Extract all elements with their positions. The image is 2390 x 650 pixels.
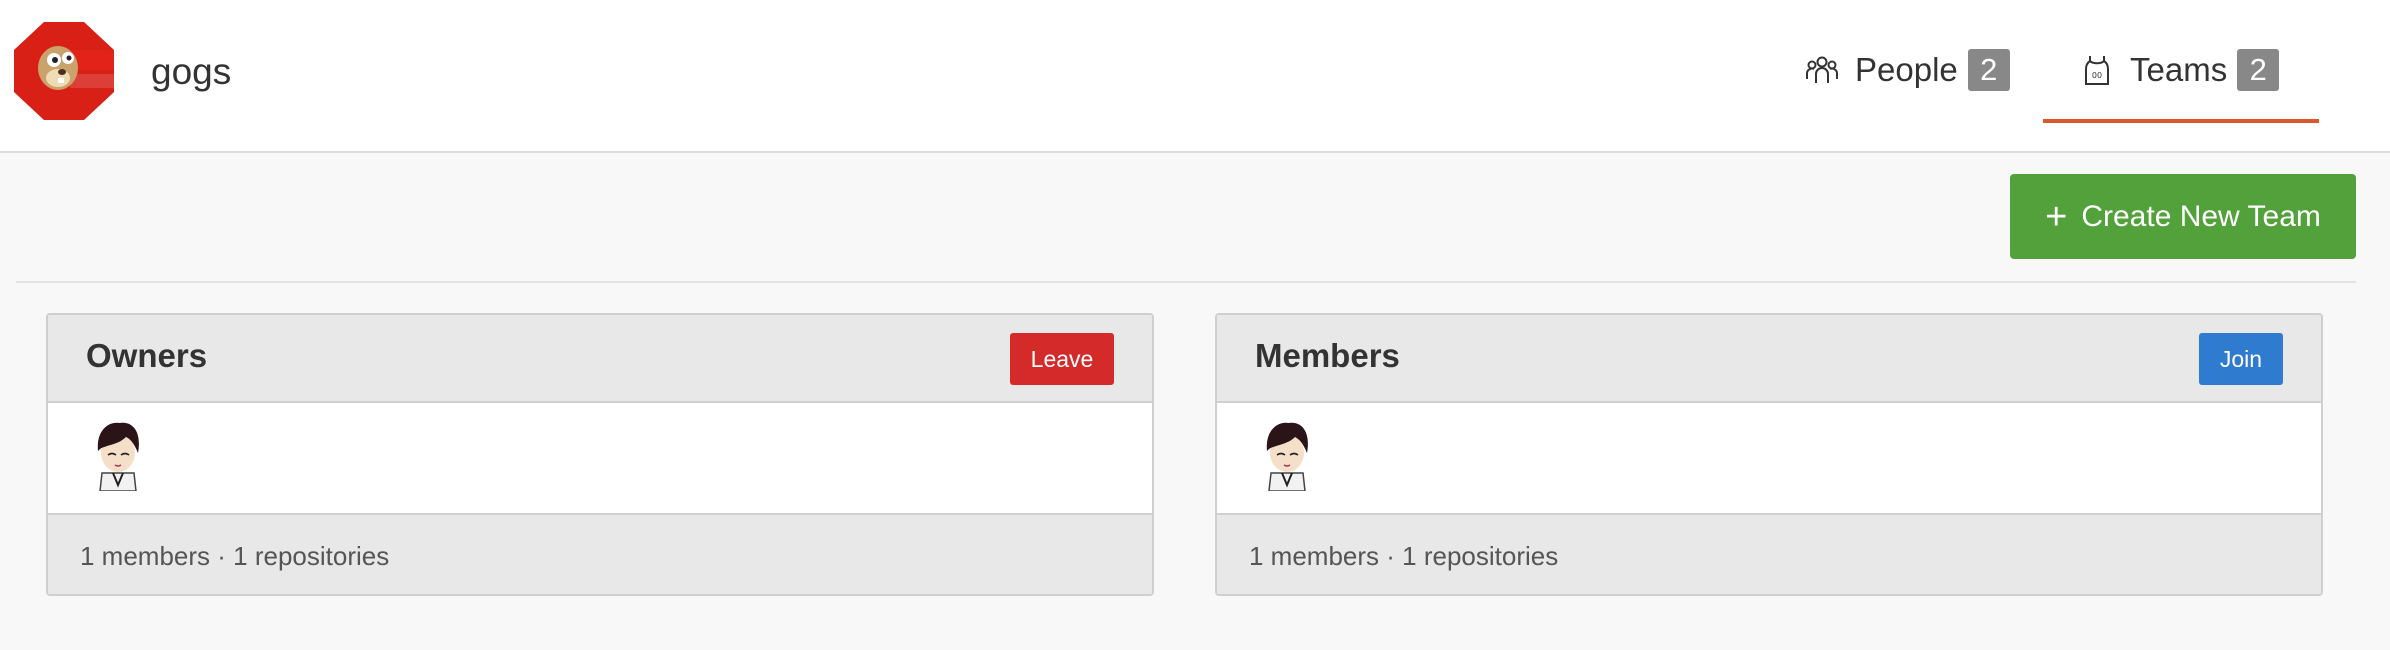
team-summary: 1 members · 1 repositories <box>1217 515 2321 594</box>
team-card-header: Members Join <box>1217 315 2321 403</box>
leave-team-button[interactable]: Leave <box>1010 333 1114 385</box>
teams-icon: 00 <box>2085 56 2109 85</box>
tab-people[interactable]: People 2 <box>1805 40 2010 100</box>
team-members-list <box>1217 403 2321 515</box>
team-card-header: Owners Leave <box>48 315 1152 403</box>
tab-teams[interactable]: 00 Teams 2 <box>2080 40 2280 100</box>
avatar[interactable] <box>1255 415 1319 491</box>
team-card-owners: Owners Leave 1 members · 1 repositories <box>46 313 1154 596</box>
team-name[interactable]: Members <box>1255 337 1400 375</box>
team-summary-text: 1 members · 1 repositories <box>1249 541 1559 571</box>
team-name[interactable]: Owners <box>86 337 207 375</box>
team-summary-text: 1 members · 1 repositories <box>80 541 390 571</box>
tab-people-label: People <box>1855 51 1958 88</box>
tab-teams-label: Teams <box>2130 51 2228 88</box>
gogs-logo-icon[interactable] <box>14 22 114 120</box>
page-header: gogs People 2 00 Teams 2 <box>0 0 2390 153</box>
team-summary: 1 members · 1 repositories <box>48 515 1152 594</box>
svg-text:00: 00 <box>2092 71 2102 80</box>
people-count-badge: 2 <box>1967 49 2010 91</box>
teams-count-badge: 2 <box>2237 49 2280 91</box>
plus-icon: + <box>2045 195 2068 238</box>
avatar[interactable] <box>86 415 150 491</box>
people-icon <box>1806 56 1838 83</box>
create-new-team-button[interactable]: + Create New Team <box>2010 174 2356 259</box>
divider <box>16 281 2356 283</box>
join-team-button[interactable]: Join <box>2199 333 2283 385</box>
team-card-members: Members Join 1 members · 1 repositories <box>1215 313 2323 596</box>
create-new-team-label: Create New Team <box>2081 199 2321 233</box>
active-tab-indicator <box>2043 119 2319 123</box>
org-name: gogs <box>151 51 232 92</box>
team-members-list <box>48 403 1152 515</box>
